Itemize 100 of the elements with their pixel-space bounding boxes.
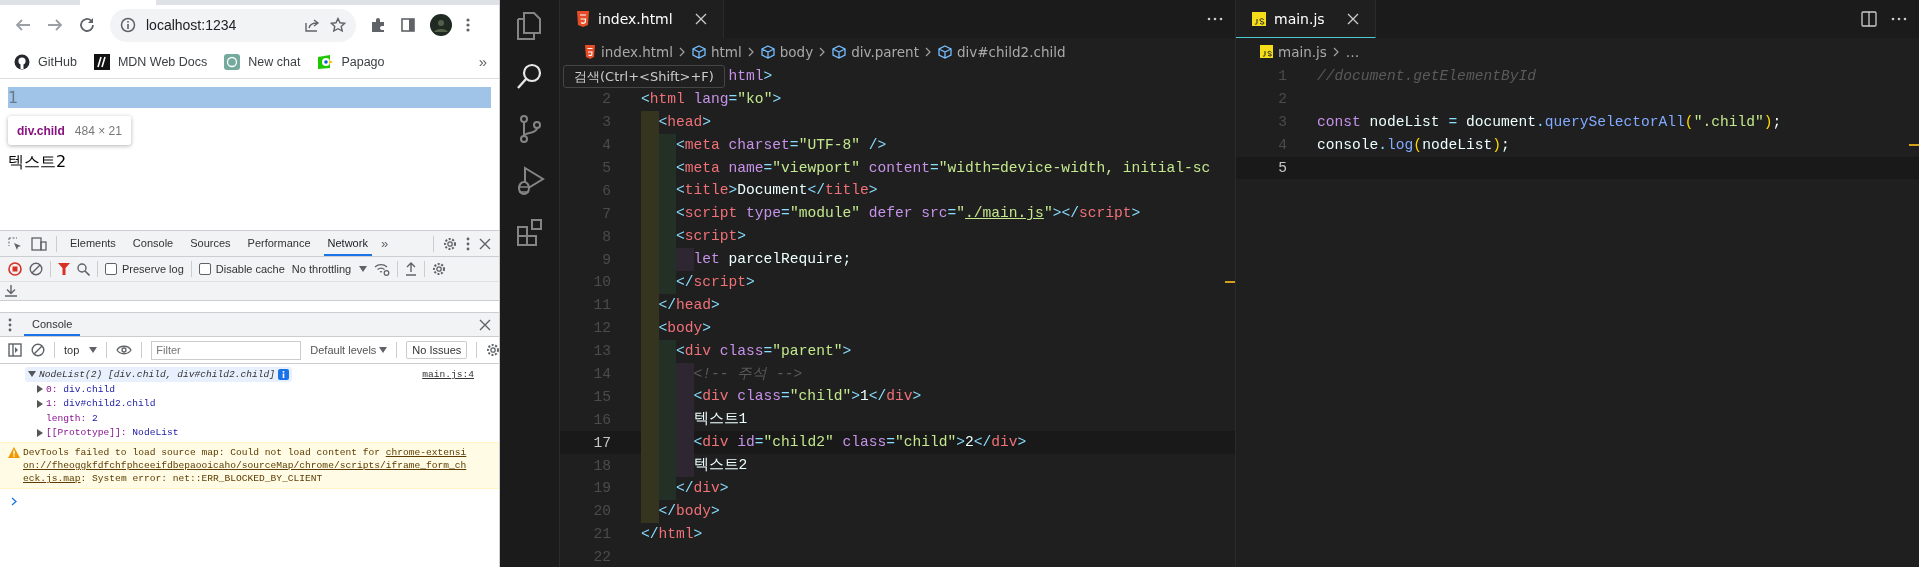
avatar-icon[interactable] (430, 14, 452, 36)
checkbox[interactable] (105, 263, 117, 275)
devtools-tab[interactable]: Performance (243, 231, 315, 256)
more-bookmarks-button[interactable]: » (478, 53, 487, 70)
devtools-tab[interactable]: Console (128, 231, 178, 256)
kebab-menu-icon[interactable] (466, 236, 470, 251)
property-text: length: 2 (46, 412, 98, 424)
issues-button[interactable]: No Issues (406, 341, 468, 359)
editor-tab[interactable]: main.js (1236, 0, 1376, 38)
more-actions-icon[interactable] (1207, 17, 1223, 21)
checkbox-label: Preserve log (122, 263, 184, 275)
info-badge-icon (278, 369, 290, 380)
filter-field[interactable]: Filter (151, 340, 302, 360)
code-line: <html lang="ko"> (641, 89, 782, 109)
code-line: </script> (676, 273, 755, 292)
clear-icon[interactable] (29, 262, 43, 276)
cube-icon (832, 44, 847, 59)
line-number: 17 (592, 434, 612, 451)
code-line: <div id="child2" class="child">2</div> (693, 433, 1027, 453)
code-line: <script type="module" defer src="./main.js"></script> (676, 204, 1141, 224)
reload-icon[interactable] (78, 16, 96, 34)
extensions-icon[interactable] (514, 217, 545, 247)
bookmark[interactable]: GitHub (14, 53, 77, 70)
caret-icon (359, 266, 368, 272)
breadcrumb-item[interactable]: div.parent (832, 43, 919, 60)
side-panel-icon[interactable] (400, 17, 416, 33)
github-logo-icon (14, 53, 30, 70)
expand-triangle-icon[interactable] (37, 399, 43, 408)
expand-triangle-icon[interactable] (37, 385, 43, 394)
kebab-menu-icon[interactable] (8, 317, 12, 332)
chevron-icon (679, 46, 686, 57)
settings-icon[interactable] (486, 343, 501, 357)
breadcrumb-item[interactable]: html (692, 43, 742, 60)
breadcrumb-item[interactable]: index.html (584, 43, 673, 60)
inspect-icon[interactable] (8, 236, 22, 251)
html5-icon (584, 44, 596, 59)
bookmark[interactable]: New chat (224, 53, 301, 70)
star-icon[interactable] (330, 17, 346, 33)
breadcrumb-item[interactable]: main.js (1260, 43, 1327, 60)
download-icon[interactable] (5, 285, 17, 297)
code-line: <head> (658, 112, 712, 132)
cube-icon (692, 44, 706, 59)
breadcrumb-item[interactable]: … (1345, 43, 1360, 60)
device-toolbar-icon[interactable] (31, 236, 47, 251)
link[interactable]: on://fheoggkfdfchfphceeifdbepaooicaho/sourceMap/chrome/scripts/iframe_form_ch (23, 460, 467, 471)
log-summary[interactable]: NodeList(2) [div.child, div#child2.child] (25, 367, 293, 382)
puzzle-icon[interactable] (370, 17, 386, 33)
bookmark[interactable]: MDN Web Docs (93, 53, 208, 70)
chevron-icon (747, 46, 755, 57)
line-number: 5 (1277, 160, 1288, 176)
code-line: console.log(nodeList); (1317, 135, 1510, 155)
close-icon[interactable] (479, 318, 491, 331)
chat-logo-icon (224, 53, 241, 70)
link[interactable]: chrome-extensi (385, 447, 467, 458)
js-file-icon (1252, 11, 1266, 26)
page-text: 1 (8, 87, 491, 108)
indent-guide (676, 454, 694, 478)
code-line: <div class="parent"> (676, 341, 852, 361)
throttling-dropdown[interactable]: No throttling (291, 263, 368, 275)
devtools-tab[interactable]: Elements (66, 231, 120, 256)
record-icon[interactable] (8, 262, 22, 276)
editor-tab[interactable]: index.html (560, 0, 724, 38)
code-line: <script> (676, 227, 747, 247)
checkbox-label: Disable cache (215, 263, 285, 275)
levels-dropdown[interactable]: Default levels (310, 344, 388, 356)
tooltip: 검색(Ctrl+<Shift>+F) (563, 65, 725, 88)
filter-icon[interactable] (58, 263, 70, 275)
upload-icon[interactable] (405, 262, 418, 276)
devtools-tab[interactable]: Sources (186, 231, 235, 256)
clear-icon[interactable] (31, 343, 45, 357)
html5-icon (576, 11, 590, 27)
expand-triangle-icon[interactable] (37, 428, 43, 437)
more-actions-icon[interactable] (1891, 17, 1907, 21)
context-dropdown[interactable]: top (64, 344, 98, 356)
papago-logo-icon (317, 53, 334, 70)
code-line: <meta name="viewport" content="width=device-width, initial-sc (676, 158, 1211, 178)
caret-icon (89, 347, 98, 353)
mdn-logo-icon (93, 53, 110, 70)
tooltip-selector: div.child (17, 123, 65, 138)
prompt-icon[interactable] (11, 497, 17, 506)
source-link[interactable]: main.js:4 (422, 369, 474, 380)
address-bar[interactable]: localhost:1234 (110, 8, 356, 42)
sidebar-icon[interactable] (8, 343, 22, 357)
breadcrumb-item[interactable]: div#child2.child (937, 43, 1066, 60)
expand-triangle-icon[interactable] (28, 370, 36, 379)
share-icon[interactable] (304, 17, 320, 33)
link[interactable]: eck.js.map (23, 473, 81, 484)
property-text: 0: div.child (46, 383, 116, 395)
close-icon[interactable] (479, 237, 491, 250)
more-tabs-button[interactable]: » (380, 236, 389, 251)
property-text: [[Prototype]]: NodeList (46, 427, 179, 439)
breadcrumb-item[interactable]: body (760, 43, 814, 60)
code-line: <body> (658, 318, 712, 338)
bookmark[interactable]: Papago (317, 53, 385, 70)
kebab-menu-icon[interactable] (466, 17, 470, 33)
network-conditions-icon[interactable] (374, 262, 391, 276)
code-line: <meta charset="UTF-8" /> (676, 135, 887, 155)
eye-icon[interactable] (116, 345, 133, 355)
checkbox[interactable] (198, 263, 211, 275)
split-editor-icon[interactable] (1861, 11, 1877, 27)
